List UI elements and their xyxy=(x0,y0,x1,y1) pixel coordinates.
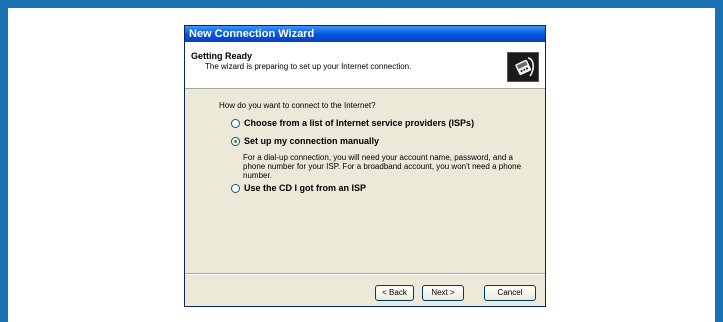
back-button[interactable]: < Back xyxy=(375,285,414,301)
next-button[interactable]: Next > xyxy=(422,285,464,301)
header-title: Getting Ready xyxy=(191,51,253,61)
option-isp-list-label[interactable]: Choose from a list of Internet service p… xyxy=(244,118,474,128)
radio-isp-list[interactable] xyxy=(231,118,240,128)
window-title: New Connection Wizard xyxy=(189,28,315,40)
network-connection-icon xyxy=(507,52,539,82)
connection-question: How do you want to connect to the Intern… xyxy=(219,101,376,110)
radio-manual[interactable] xyxy=(231,136,240,146)
manual-description: For a dial-up connection, you will need … xyxy=(243,153,522,180)
option-manual[interactable]: Set up my connection manually xyxy=(231,136,379,146)
option-manual-label[interactable]: Set up my connection manually xyxy=(244,136,379,146)
option-isp-cd-label[interactable]: Use the CD I got from an ISP xyxy=(244,183,366,193)
new-connection-wizard-dialog: New Connection Wizard Getting Ready The … xyxy=(184,25,546,307)
radio-isp-cd[interactable] xyxy=(231,183,240,193)
header-subtitle: The wizard is preparing to set up your I… xyxy=(205,62,412,71)
wizard-content: How do you want to connect to the Intern… xyxy=(185,89,545,272)
option-isp-cd[interactable]: Use the CD I got from an ISP xyxy=(231,183,366,193)
cancel-button[interactable]: Cancel xyxy=(484,285,536,301)
window-titlebar[interactable]: New Connection Wizard xyxy=(185,26,545,42)
wizard-header: Getting Ready The wizard is preparing to… xyxy=(185,42,545,89)
button-separator xyxy=(185,273,545,275)
option-isp-list[interactable]: Choose from a list of Internet service p… xyxy=(231,118,474,128)
